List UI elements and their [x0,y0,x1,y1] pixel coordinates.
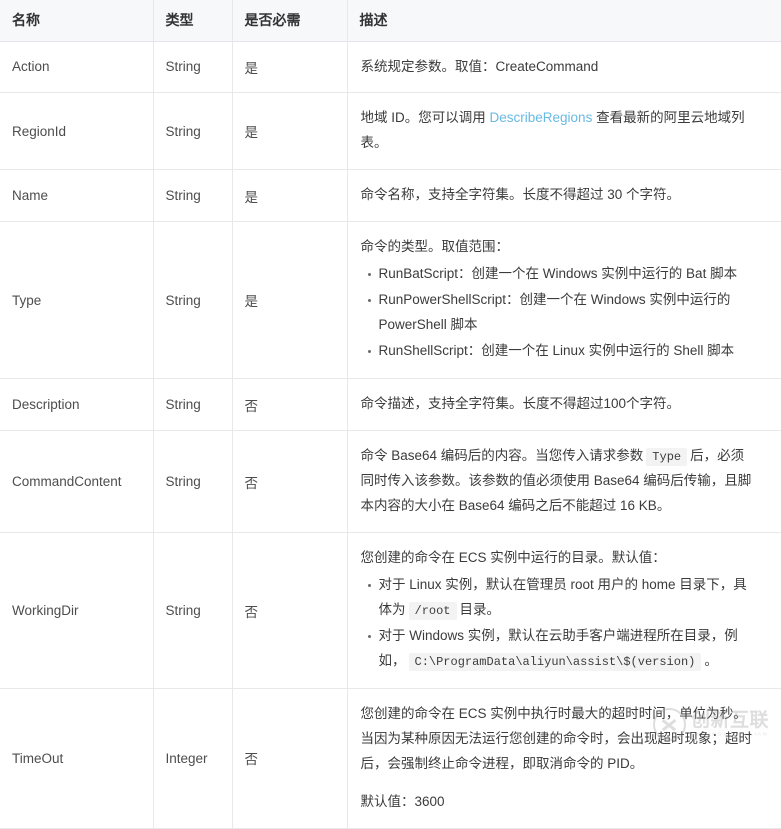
table-header-row: 名称 类型 是否必需 描述 [0,0,781,42]
cell-parameter-required: 是 [232,169,348,223]
description-paragraph: 命令描述，支持全字符集。长度不得超过100个字符。 [360,396,681,412]
table-row: Action String 是系统规定参数。取值：CreateCommand [0,41,781,94]
cell-parameter-type: String [153,430,233,534]
cell-parameter-description: 命令名称，支持全字符集。长度不得超过 30 个字符。 [347,169,781,223]
description-paragraph: 命令 Base64 编码后的内容。当您传入请求参数 Type 后，必须同时传入该参数… [360,448,752,514]
cell-parameter-description: 命令的类型。取值范围： RunBatScript：创建一个在 Windows 实例… [347,221,781,380]
cell-parameter-type: String [153,532,233,689]
api-parameters-table: 名称 类型 是否必需 描述 Action String 是系统规定参数。取值：Cre… [0,0,781,829]
cell-parameter-type: Integer [153,688,233,829]
inline-code: /root [408,602,457,621]
cell-parameter-name: CommandContent [0,430,154,534]
column-header-description: 描述 [347,0,781,42]
description-paragraph: 您创建的命令在 ECS 实例中运行的目录。默认值： [360,550,666,566]
cell-parameter-description: 命令 Base64 编码后的内容。当您传入请求参数 Type 后，必须同时传入该参数… [347,430,781,534]
cell-parameter-description: 您创建的命令在 ECS 实例中运行的目录。默认值： 对于 Linux 实例，默认在… [347,532,781,689]
table-header: 名称 类型 是否必需 描述 [0,0,781,42]
cell-parameter-description: 地域 ID。您可以调用 DescribeRegions 查看最新的阿里云地域列表… [347,92,781,171]
table-row: Type String 是命令的类型。取值范围： RunBatScript：创建一个在… [0,221,781,380]
cell-parameter-description: 您创建的命令在 ECS 实例中执行时最大的超时时间，单位为秒。当因为某种原因无法… [347,688,781,829]
table-row: WorkingDir String 否您创建的命令在 ECS 实例中运行的目录。默认… [0,532,781,689]
cell-parameter-required: 是 [232,41,348,94]
cell-parameter-required: 是 [232,221,348,380]
description-list-item: RunBatScript：创建一个在 Windows 实例中运行的 Bat 脚本 [367,262,758,287]
description-list-item: 对于 Windows 实例，默认在云助手客户端进程所在目录，例如， C:\Prog… [367,624,758,674]
table-row: Name String 是命令名称，支持全字符集。长度不得超过 30 个字符。 [0,169,781,223]
table-row: Description String 否命令描述，支持全字符集。长度不得超过100个… [0,378,781,432]
column-header-type: 类型 [153,0,233,42]
column-header-required: 是否必需 [232,0,348,42]
inline-code: C:\ProgramData\aliyun\assist\$(version) [408,652,702,671]
description-list: 对于 Linux 实例，默认在管理员 root 用户的 home 目录下，具体为… [361,573,758,674]
description-paragraph: 默认值：3600 [360,793,445,809]
cell-parameter-type: String [153,221,233,380]
description-paragraph: 地域 ID。您可以调用 DescribeRegions 查看最新的阿里云地域列表… [360,110,745,151]
cell-parameter-description: 系统规定参数。取值：CreateCommand [347,41,781,94]
description-list-item: RunPowerShellScript：创建一个在 Windows 实例中运行的… [367,288,758,338]
cell-parameter-name: Name [0,169,154,223]
column-header-name: 名称 [0,0,154,42]
cell-parameter-name: WorkingDir [0,532,154,689]
table-body: Action String 是系统规定参数。取值：CreateCommand Regi… [0,41,781,829]
cell-parameter-type: String [153,378,233,432]
cell-parameter-name: Action [0,41,154,94]
doc-link[interactable]: DescribeRegions [490,110,593,125]
table-row: CommandContent String 否命令 Base64 编码后的内容。当您… [0,430,781,534]
cell-parameter-name: Description [0,378,154,432]
description-paragraph: 命令名称，支持全字符集。长度不得超过 30 个字符。 [360,187,681,203]
cell-parameter-required: 否 [232,688,348,829]
cell-parameter-type: String [153,169,233,223]
inline-code: Type [646,448,688,467]
table-row: TimeOut Integer 否您创建的命令在 ECS 实例中执行时最大的超时时间… [0,688,781,829]
cell-parameter-name: RegionId [0,92,154,171]
description-list: RunBatScript：创建一个在 Windows 实例中运行的 Bat 脚本… [361,262,758,364]
description-list-item: 对于 Linux 实例，默认在管理员 root 用户的 home 目录下，具体为… [367,573,758,623]
cell-parameter-type: String [153,92,233,171]
description-paragraph: 系统规定参数。取值：CreateCommand [360,58,599,74]
cell-parameter-required: 否 [232,532,348,689]
cell-parameter-required: 否 [232,378,348,432]
table-row: RegionId String 是地域 ID。您可以调用 DescribeRegio… [0,92,781,171]
cell-parameter-required: 否 [232,430,348,534]
cell-parameter-type: String [153,41,233,94]
description-list-item: RunShellScript：创建一个在 Linux 实例中运行的 Shell … [367,339,758,364]
description-paragraph: 您创建的命令在 ECS 实例中执行时最大的超时时间，单位为秒。当因为某种原因无法… [360,705,753,771]
cell-parameter-name: TimeOut [0,688,154,829]
description-paragraph: 命令的类型。取值范围： [360,239,510,255]
cell-parameter-description: 命令描述，支持全字符集。长度不得超过100个字符。 [347,378,781,432]
cell-parameter-required: 是 [232,92,348,171]
cell-parameter-name: Type [0,221,154,380]
